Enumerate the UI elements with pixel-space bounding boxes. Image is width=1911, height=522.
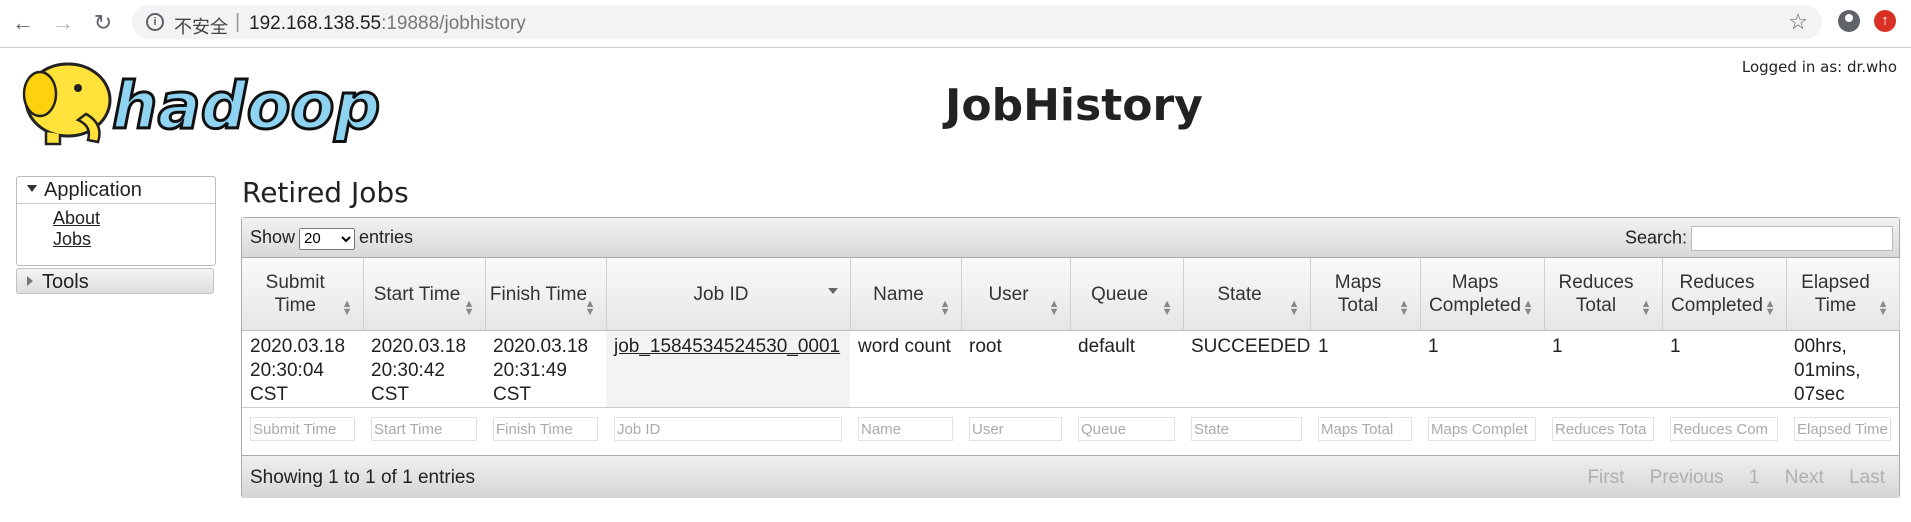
pager-first[interactable]: First xyxy=(1587,467,1624,488)
sort-icon: ▲ ▼ xyxy=(1640,298,1652,318)
column-header-state[interactable]: State ▲ ▼ xyxy=(1183,258,1311,331)
filter-user[interactable] xyxy=(969,417,1062,442)
sidebar-link-about[interactable]: About xyxy=(53,208,215,229)
update-icon[interactable]: ↑ xyxy=(1874,10,1896,32)
forward-arrow-icon[interactable]: → xyxy=(50,10,76,36)
sort-icon: ▲ ▼ xyxy=(1288,298,1300,318)
entries-select[interactable]: 20 xyxy=(299,227,356,250)
job-id-link[interactable]: job_1584534524530_0001 xyxy=(614,336,840,357)
pager-previous[interactable]: Previous xyxy=(1650,467,1724,488)
filter-state[interactable] xyxy=(1191,417,1302,442)
column-header-name[interactable]: Name ▲ ▼ xyxy=(850,258,962,331)
bookmark-star-icon[interactable]: ☆ xyxy=(1788,9,1808,35)
column-header-elapsed-time[interactable]: Elapsed Time ▲ ▼ xyxy=(1786,258,1900,331)
cell-user: root xyxy=(969,336,1002,357)
column-header-queue[interactable]: Queue ▲ ▼ xyxy=(1070,258,1184,331)
url-text[interactable]: 192.168.138.55:19888/jobhistory xyxy=(249,13,526,35)
sidebar-tools[interactable]: Tools xyxy=(16,268,214,294)
sidebar-link-jobs[interactable]: Jobs xyxy=(53,229,215,250)
page-title: JobHistory xyxy=(945,80,1203,131)
cell-queue: default xyxy=(1078,336,1136,357)
collapsed-triangle-icon xyxy=(27,275,33,286)
sort-icon: ▲ ▼ xyxy=(584,298,596,318)
cell-maps-total: 1 xyxy=(1318,336,1329,357)
filter-start-time[interactable] xyxy=(371,417,477,442)
filter-reduces-total[interactable] xyxy=(1552,417,1654,442)
back-arrow-icon[interactable]: ← xyxy=(10,10,36,36)
sort-icon: ▲ ▼ xyxy=(939,298,951,318)
info-icon[interactable]: i xyxy=(146,13,164,31)
datatable-footer: Showing 1 to 1 of 1 entries First Previo… xyxy=(242,455,1899,498)
pager-last[interactable]: Last xyxy=(1849,467,1885,488)
column-header-reduces-completed[interactable]: Reduces Completed ▲ ▼ xyxy=(1662,258,1787,331)
filter-queue[interactable] xyxy=(1078,417,1175,442)
filter-maps-completed[interactable] xyxy=(1428,417,1536,442)
column-header-job-id[interactable]: Job ID xyxy=(606,258,851,331)
address-bar[interactable]: i 不安全 | 192.168.138.55:19888/jobhistory … xyxy=(132,5,1822,39)
column-header-maps-total[interactable]: Maps Total ▲ ▼ xyxy=(1310,258,1421,331)
sort-icon: ▲ ▼ xyxy=(1398,298,1410,318)
hadoop-elephant-logo[interactable]: hadoop xyxy=(16,54,392,146)
sort-icon: ▲ ▼ xyxy=(1161,298,1173,318)
pager-page-1[interactable]: 1 xyxy=(1749,467,1760,488)
sort-icon: ▲ ▼ xyxy=(1764,298,1776,318)
length-control: Show 20 entries xyxy=(250,227,413,250)
filter-finish-time[interactable] xyxy=(493,417,598,442)
sort-icon: ▲ ▼ xyxy=(463,298,475,318)
browser-toolbar: ← → ↻ i 不安全 | 192.168.138.55:19888/jobhi… xyxy=(0,0,1911,48)
filter-submit-time[interactable] xyxy=(250,417,355,442)
sort-icon: ▲ ▼ xyxy=(1877,298,1889,318)
filter-row xyxy=(242,407,1899,450)
cell-state: SUCCEEDED xyxy=(1191,336,1311,357)
sort-icon: ▲ ▼ xyxy=(1048,298,1060,318)
cell-elapsed-time: 00hrs, 01mins, 07sec xyxy=(1794,336,1861,405)
sort-desc-icon xyxy=(827,288,838,294)
filter-reduces-completed[interactable] xyxy=(1670,417,1778,442)
sidebar-application: Application About Jobs xyxy=(16,176,216,266)
table-row: 2020.03.18 20:30:04 CST 2020.03.18 20:30… xyxy=(242,330,1899,408)
cell-start-time: 2020.03.18 20:30:42 CST xyxy=(371,336,467,405)
pagination: First Previous 1 Next Last xyxy=(1567,467,1885,489)
cell-name: word count xyxy=(858,336,951,357)
cell-finish-time: 2020.03.18 20:31:49 CST xyxy=(493,336,589,405)
sort-icon: ▲ ▼ xyxy=(1522,298,1534,318)
address-separator: | xyxy=(235,11,241,33)
search-input[interactable] xyxy=(1691,226,1893,251)
insecure-label: 不安全 xyxy=(174,17,228,37)
logo-text: hadoop xyxy=(112,70,380,144)
cell-job-id: job_1584534524530_0001 xyxy=(606,330,850,408)
logged-in-label: Logged in as: dr.who xyxy=(1741,58,1897,76)
section-title: Retired Jobs xyxy=(242,176,409,209)
cell-reduces-completed: 1 xyxy=(1670,336,1681,357)
jobs-datatable: Show 20 entries Search: Submit Time ▲ ▼ Star… xyxy=(241,217,1900,498)
column-header-finish-time[interactable]: Finish Time ▲ ▼ xyxy=(485,258,607,331)
column-header-user[interactable]: User ▲ ▼ xyxy=(961,258,1071,331)
sort-icon: ▲ ▼ xyxy=(341,298,353,318)
expand-triangle-icon xyxy=(27,185,37,193)
pager-next[interactable]: Next xyxy=(1785,467,1824,488)
column-header-submit-time[interactable]: Submit Time ▲ ▼ xyxy=(242,258,364,331)
sidebar-application-header[interactable]: Application xyxy=(17,177,215,204)
cell-reduces-total: 1 xyxy=(1552,336,1563,357)
account-icon[interactable] xyxy=(1838,10,1860,32)
filter-elapsed-time[interactable] xyxy=(1794,417,1891,442)
entries-info: Showing 1 to 1 of 1 entries xyxy=(250,467,475,488)
datatable-toolbar: Show 20 entries Search: xyxy=(242,218,1899,258)
search-control: Search: xyxy=(1625,226,1893,251)
reload-icon[interactable]: ↻ xyxy=(90,10,116,36)
cell-maps-completed: 1 xyxy=(1428,336,1439,357)
filter-maps-total[interactable] xyxy=(1318,417,1412,442)
jobs-table: Submit Time ▲ ▼ Start Time ▲ ▼ Finish Time ▲ ▼… xyxy=(242,258,1900,450)
filter-name[interactable] xyxy=(858,417,953,442)
cell-submit-time: 2020.03.18 20:30:04 CST xyxy=(250,336,346,405)
column-header-start-time[interactable]: Start Time ▲ ▼ xyxy=(363,258,486,331)
column-header-maps-completed[interactable]: Maps Completed ▲ ▼ xyxy=(1420,258,1545,331)
column-header-reduces-total[interactable]: Reduces Total ▲ ▼ xyxy=(1544,258,1663,331)
filter-job-id[interactable] xyxy=(614,417,842,442)
